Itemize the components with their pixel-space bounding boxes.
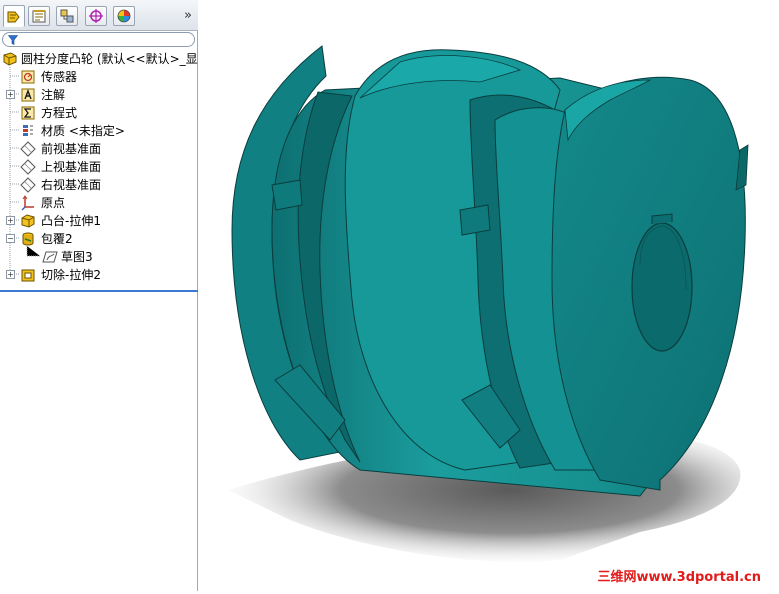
tab-property-manager[interactable] xyxy=(28,6,50,26)
plane-icon xyxy=(20,159,36,175)
feature-manager-panel: » 圆柱分度凸轮 (默认<<默认>_显 传感器 + 注解 方程式 材质 <未指定… xyxy=(0,0,198,591)
tree-item-label: 方程式 xyxy=(41,106,78,120)
shaft-bore xyxy=(631,222,693,352)
tree-root-label: 圆柱分度凸轮 (默认<<默认>_显 xyxy=(21,52,198,66)
wrap-icon xyxy=(22,232,34,246)
tree-root[interactable]: 圆柱分度凸轮 (默认<<默认>_显 xyxy=(0,50,198,68)
dimxpert-icon xyxy=(89,9,103,23)
tree-item-label: 原点 xyxy=(41,196,66,210)
tree-item-label: 上视基准面 xyxy=(41,160,102,174)
tab-display-manager[interactable] xyxy=(113,6,135,26)
filter-icon xyxy=(8,35,18,45)
boss-extrude-icon xyxy=(21,214,35,228)
tab-feature-manager[interactable] xyxy=(3,5,25,27)
tab-configuration-manager[interactable] xyxy=(56,6,78,26)
tree-item-label: 前视基准面 xyxy=(41,142,102,156)
tree-item-label: 右视基准面 xyxy=(41,178,102,192)
sensor-icon xyxy=(21,70,35,84)
panel-tab-bar: » xyxy=(0,0,198,31)
plane-icon xyxy=(20,177,36,193)
graphics-viewport[interactable] xyxy=(199,0,779,591)
sketch-icon xyxy=(42,251,58,263)
collapse-toggle[interactable]: − xyxy=(6,234,15,243)
cam-model-3d[interactable] xyxy=(199,0,779,591)
expand-toggle[interactable]: + xyxy=(6,90,15,99)
watermark: 三维网www.3dportal.cn xyxy=(597,570,761,585)
tree-item-label: 传感器 xyxy=(41,70,78,84)
more-tabs-button[interactable]: » xyxy=(184,8,192,23)
tab-dimxpert[interactable] xyxy=(85,6,107,26)
property-manager-icon xyxy=(32,10,46,23)
tree-item-label: 材质 <未指定> xyxy=(41,124,125,138)
tree-item-label: 凸台-拉伸1 xyxy=(41,214,101,228)
tree-item-label: 包覆2 xyxy=(41,232,73,246)
tree-filter-input[interactable] xyxy=(2,32,195,47)
plane-icon xyxy=(20,141,36,157)
annotation-icon xyxy=(21,88,35,102)
equation-icon xyxy=(21,106,35,120)
expand-toggle[interactable]: + xyxy=(6,270,15,279)
display-manager-icon xyxy=(117,9,131,23)
material-icon xyxy=(23,125,33,136)
cut-extrude-icon xyxy=(21,269,35,282)
tree-item-label: 切除-拉伸2 xyxy=(41,268,101,282)
feature-manager-icon xyxy=(7,11,20,22)
expand-toggle[interactable]: + xyxy=(6,216,15,225)
part-icon xyxy=(3,52,17,66)
tree-item-label: 注解 xyxy=(41,88,66,102)
panel-splitter[interactable] xyxy=(0,290,198,292)
origin-icon xyxy=(21,195,34,211)
tree-item-label: 草图3 xyxy=(61,250,93,264)
configuration-manager-icon xyxy=(60,9,74,23)
